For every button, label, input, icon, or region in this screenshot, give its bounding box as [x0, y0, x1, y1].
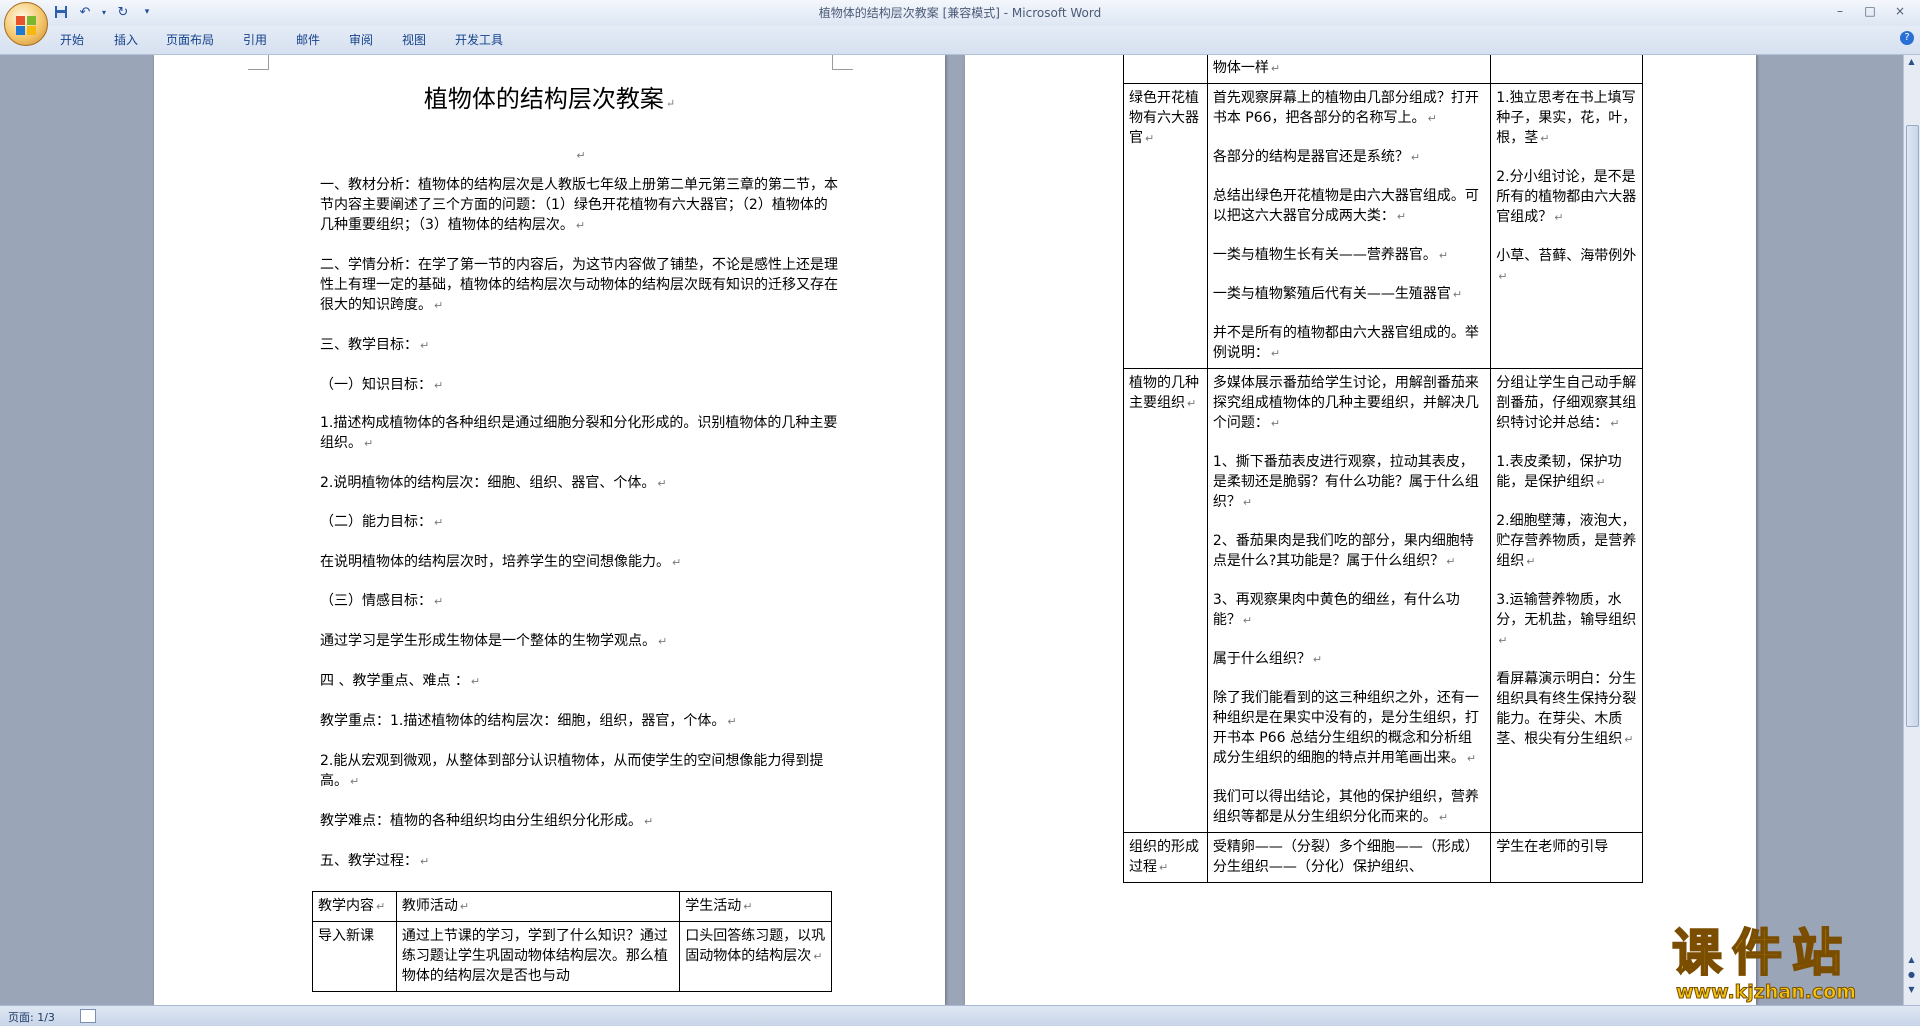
document-page-1[interactable]: 植物体的结构层次教案 ↵ ↵ 一、教材分析：植物体的结构层次是人教版七年级上册第二… — [154, 55, 945, 1005]
table-cell: 导入新课 — [312, 921, 397, 992]
maximize-button[interactable]: □ — [1856, 2, 1884, 20]
document-title: 植物体的结构层次教案 ↵ — [423, 85, 676, 113]
tab-home[interactable]: 开始 — [60, 31, 84, 48]
site-watermark: 课件站 www.kjzhan.com — [1668, 924, 1904, 1005]
document-page-2[interactable]: 物体一样 ↵ 绿色开花植物有六大器官 ↵ 首先观察屏幕上的植物由几部分组成？打开书本… — [965, 55, 1756, 1005]
close-button[interactable]: × — [1886, 2, 1914, 20]
table-header-teacher: 教师活动 ↵ — [395, 891, 681, 922]
scroll-up-icon[interactable]: ▲ — [1906, 57, 1917, 69]
tab-developer[interactable]: 开发工具 — [455, 31, 503, 48]
office-logo-icon — [16, 16, 36, 35]
heading-ability-goal: （二）能力目标： ↵ — [320, 514, 444, 530]
previous-page-icon[interactable]: ▲ — [1906, 955, 1917, 967]
page-indicator[interactable]: 页面: 1/3 — [8, 1009, 55, 1025]
minimize-button[interactable]: – — [1826, 2, 1854, 20]
proofing-icon[interactable] — [80, 1009, 96, 1023]
heading-key-points: 四 、教学重点、难点 ： ↵ — [320, 673, 481, 689]
paragraph-goal-1: 1.描述构成植物体的各种组织是通过细胞分裂和分化形成的。识别植物体的几种主要组织… — [320, 415, 838, 451]
table-row: 植物的几种主要组织 ↵ 多媒体展示番茄给学生讨论，用解剖番茄来探究组成植物体的几种… — [1123, 368, 1643, 833]
table-cell: 多媒体展示番茄给学生讨论，用解剖番茄来探究组成植物体的几种主要组织，并解决几个问… — [1206, 368, 1492, 833]
paragraph-textbook-analysis: 一、教材分析：植物体的结构层次是人教版七年级上册第二单元第三章的第二节，本节内容… — [320, 177, 838, 233]
heading-knowledge-goal: （一）知识目标： ↵ — [320, 377, 444, 393]
paragraph-goal-2: 2.说明植物体的结构层次：细胞、组织、器官、个体。 ↵ — [320, 475, 667, 491]
table-cell — [1490, 55, 1643, 84]
table-cell: 分组让学生自己动手解剖番茄，仔细观察其组织特讨论并总结： ↵ 1.表皮柔韧，保护功… — [1490, 368, 1643, 833]
table-cell: 1.独立思考在书上填写种子，果实，花，叶，根，茎 ↵ 2.分小组讨论，是不是所有的… — [1490, 83, 1643, 369]
office-button[interactable] — [4, 2, 48, 46]
paragraph-difficulty: 教学难点：植物的各种组织均由分生组织分化形成。 ↵ — [320, 813, 654, 829]
paragraph-key-point-2: 2.能从宏观到微观，从整体到部分认识植物体，从而使学生的空间想像能力得到提高。 ↵ — [320, 753, 824, 789]
status-bar: 页面: 1/3 — [0, 1005, 1920, 1026]
table-cell — [1123, 55, 1208, 84]
next-page-icon[interactable]: ▼ — [1906, 985, 1917, 997]
vertical-scrollbar[interactable]: ▲ ▲ ● ▼ — [1903, 55, 1920, 1005]
table-header-row: 教学内容 ↵ 教师活动 ↵ 学生活动 ↵ — [312, 891, 832, 922]
table-cell: 口头回答练习题，以巩固动物体的结构层次 ↵ — [679, 921, 832, 992]
table-cell: 学生在老师的引导 — [1490, 832, 1643, 883]
empty-paragraph: ↵ — [576, 149, 586, 162]
process-table-part2: 物体一样 ↵ 绿色开花植物有六大器官 ↵ 首先观察屏幕上的植物由几部分组成？打开书本… — [1123, 55, 1643, 883]
paragraph-key-point-1: 教学重点：1.描述植物体的结构层次：细胞，组织，器官，个体。 ↵ — [320, 713, 737, 729]
heading-teaching-process: 五、教学过程： ↵ — [320, 853, 430, 869]
table-cell: 受精卵——（分裂）多个细胞——（形成）分生组织——（分化）保护组织、 — [1206, 832, 1492, 883]
process-table-part1: 教学内容 ↵ 教师活动 ↵ 学生活动 ↵ 导入新课 通过上节课的学习，学到了什么知识？… — [312, 891, 832, 992]
title-bar: ↶ ▾ ↻ ▾ 植物体的结构层次教案 [兼容模式] - Microsoft Wo… — [0, 0, 1920, 46]
tab-mailings[interactable]: 邮件 — [296, 31, 320, 48]
browse-object-icon[interactable]: ● — [1906, 970, 1917, 982]
table-row: 物体一样 ↵ — [1123, 55, 1643, 84]
table-row: 组织的形成过程 ↵ 受精卵——（分裂）多个细胞——（形成）分生组织——（分化）保护… — [1123, 832, 1643, 883]
heading-teaching-goals: 三、教学目标： ↵ — [320, 337, 430, 353]
table-header-student: 学生活动 ↵ — [679, 891, 832, 922]
paragraph-emotion: 通过学习是学生形成生物体是一个整体的生物学观点。 ↵ — [320, 633, 668, 649]
scrollbar-thumb[interactable] — [1906, 125, 1919, 727]
tab-insert[interactable]: 插入 — [114, 31, 138, 48]
table-cell: 植物的几种主要组织 ↵ — [1123, 368, 1208, 833]
tab-review[interactable]: 审阅 — [349, 31, 373, 48]
help-icon[interactable]: ? — [1900, 31, 1914, 45]
paragraph-student-analysis: 二、学情分析：在学了第一节的内容后，为这节内容做了铺垫，不论是感性上还是理性上有… — [320, 257, 838, 313]
watermark-logo-text: 课件站 — [1671, 924, 1852, 982]
table-row: 导入新课 通过上节课的学习，学到了什么知识？通过练习题让学生巩固动物体结构层次。… — [312, 921, 832, 992]
tab-references[interactable]: 引用 — [243, 31, 267, 48]
table-cell: 物体一样 ↵ — [1206, 55, 1492, 84]
ribbon-tabs: 开始 插入 页面布局 引用 邮件 审阅 视图 开发工具 ? — [0, 26, 1920, 55]
paragraph-ability: 在说明植物体的结构层次时，培养学生的空间想像能力。 ↵ — [320, 554, 682, 570]
window-title: 植物体的结构层次教案 [兼容模式] - Microsoft Word — [818, 6, 1102, 20]
heading-emotion-goal: （三）情感目标： ↵ — [320, 593, 444, 609]
table-cell: 首先观察屏幕上的植物由几部分组成？打开书本 P66，把各部分的名称写上。 ↵ 各部… — [1206, 83, 1492, 369]
table-header-content: 教学内容 ↵ — [312, 891, 397, 922]
watermark-url: www.kjzhan.com — [1675, 981, 1857, 1004]
table-row: 绿色开花植物有六大器官 ↵ 首先观察屏幕上的植物由几部分组成？打开书本 P66，把… — [1123, 83, 1643, 369]
document-workspace: 植物体的结构层次教案 ↵ ↵ 一、教材分析：植物体的结构层次是人教版七年级上册第二… — [0, 55, 1904, 1005]
tab-page-layout[interactable]: 页面布局 — [166, 31, 214, 48]
table-cell: 组织的形成过程 ↵ — [1123, 832, 1208, 883]
table-cell: 通过上节课的学习，学到了什么知识？通过练习题让学生巩固动物体结构层次。那么植物体… — [395, 921, 681, 992]
table-cell: 绿色开花植物有六大器官 ↵ — [1123, 83, 1208, 369]
tab-view[interactable]: 视图 — [402, 31, 426, 48]
